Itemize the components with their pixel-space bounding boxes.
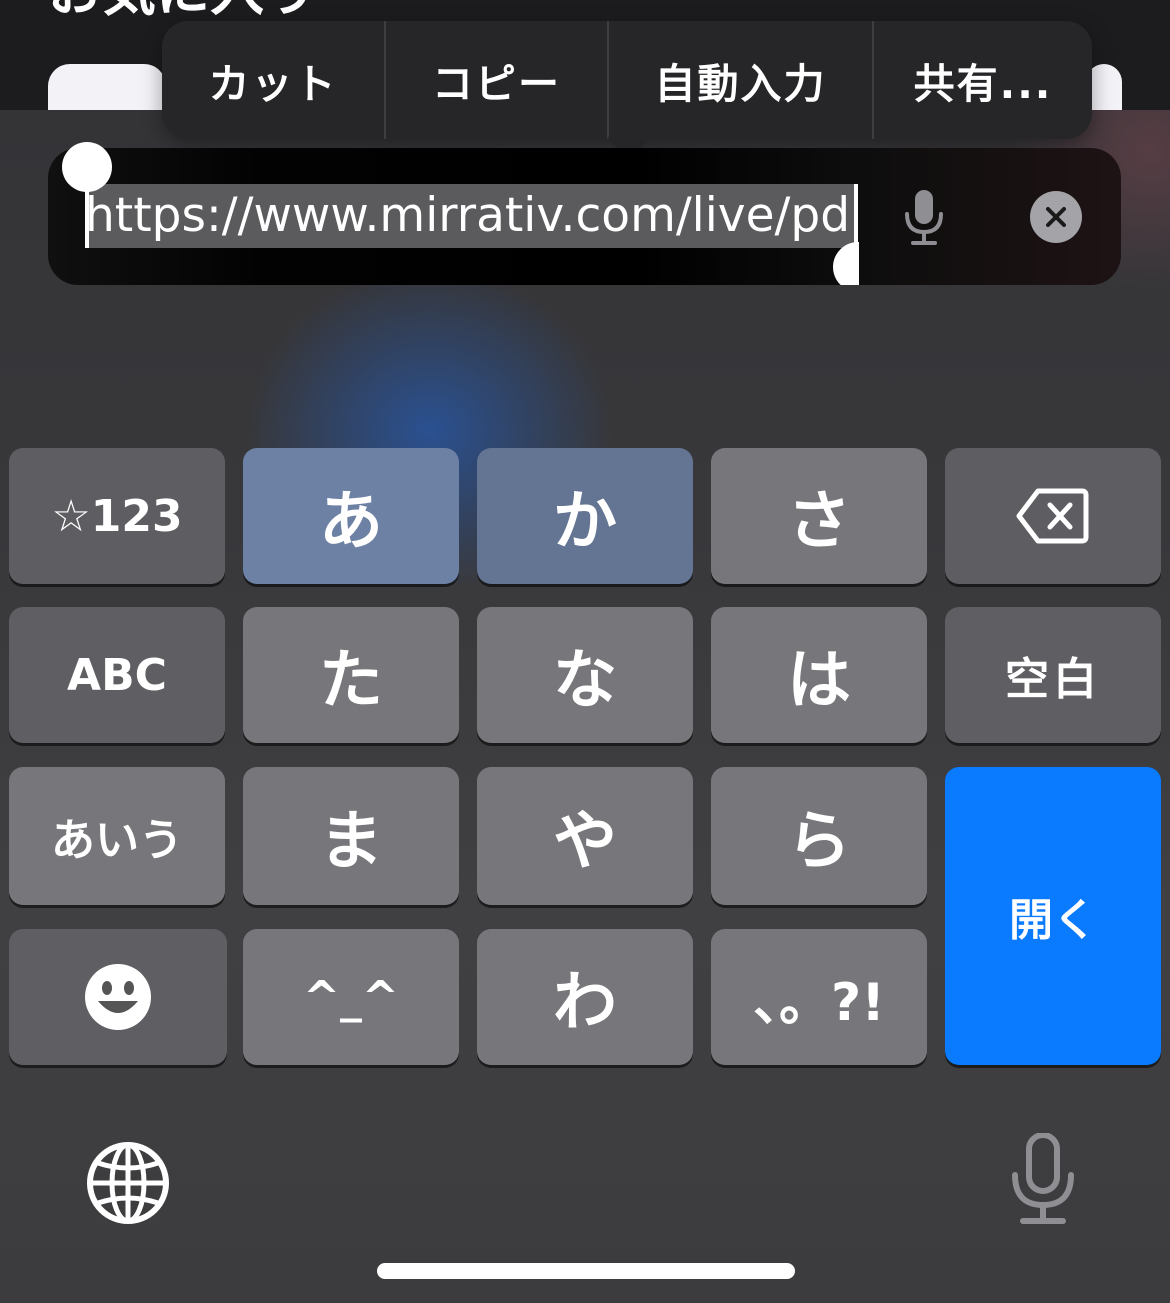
open-key[interactable]: 開く — [945, 767, 1161, 1065]
selection-start-handle[interactable] — [85, 184, 89, 248]
space-key[interactable]: 空白 — [945, 607, 1161, 743]
delete-key[interactable] — [945, 448, 1161, 584]
selection-end-handle[interactable] — [854, 184, 858, 248]
clear-button[interactable] — [1030, 191, 1082, 243]
key-sa[interactable]: さ — [711, 448, 927, 584]
address-bar[interactable]: https://www.mirrativ.com/live/pd — [48, 148, 1121, 285]
key-na[interactable]: な — [477, 607, 693, 743]
key-ta[interactable]: た — [243, 607, 459, 743]
key-wa[interactable]: わ — [477, 929, 693, 1065]
key-ra[interactable]: ら — [711, 767, 927, 905]
edit-menu: カット コピー 自動入力 共有... — [162, 21, 1092, 139]
emoji-icon — [85, 964, 151, 1030]
url-input[interactable]: https://www.mirrativ.com/live/pd — [85, 184, 857, 248]
key-ka[interactable]: か — [477, 448, 693, 584]
selection-start-knob[interactable] — [62, 142, 112, 192]
selection-end-knob[interactable] — [833, 242, 859, 285]
cut-menu-item[interactable]: カット — [162, 21, 384, 139]
key-kaomoji[interactable]: ^_^ — [243, 929, 459, 1065]
key-number-mode[interactable]: ☆123 — [9, 448, 225, 584]
delete-icon — [1016, 488, 1089, 544]
dictation-icon[interactable] — [1007, 1133, 1079, 1227]
key-ha[interactable]: は — [711, 607, 927, 743]
key-punctuation[interactable]: 、。?! — [711, 929, 927, 1065]
key-a[interactable]: あ — [243, 448, 459, 584]
key-wa-label: わ — [553, 966, 617, 1040]
page-title: お気に入り — [48, 0, 318, 22]
clear-icon — [1046, 207, 1066, 227]
background-card-left — [48, 64, 166, 110]
autofill-menu-item[interactable]: 自動入力 — [609, 21, 872, 139]
key-ya[interactable]: や — [477, 767, 693, 905]
microphone-icon[interactable] — [899, 188, 949, 248]
key-kana-mode[interactable]: あいう — [9, 767, 225, 905]
share-menu-item[interactable]: 共有... — [874, 21, 1092, 139]
globe-icon[interactable] — [86, 1141, 170, 1225]
emoji-key[interactable] — [9, 929, 227, 1065]
home-indicator[interactable] — [377, 1263, 795, 1279]
key-ma[interactable]: ま — [243, 767, 459, 905]
key-abc-mode[interactable]: ABC — [9, 607, 225, 743]
copy-menu-item[interactable]: コピー — [386, 21, 607, 139]
